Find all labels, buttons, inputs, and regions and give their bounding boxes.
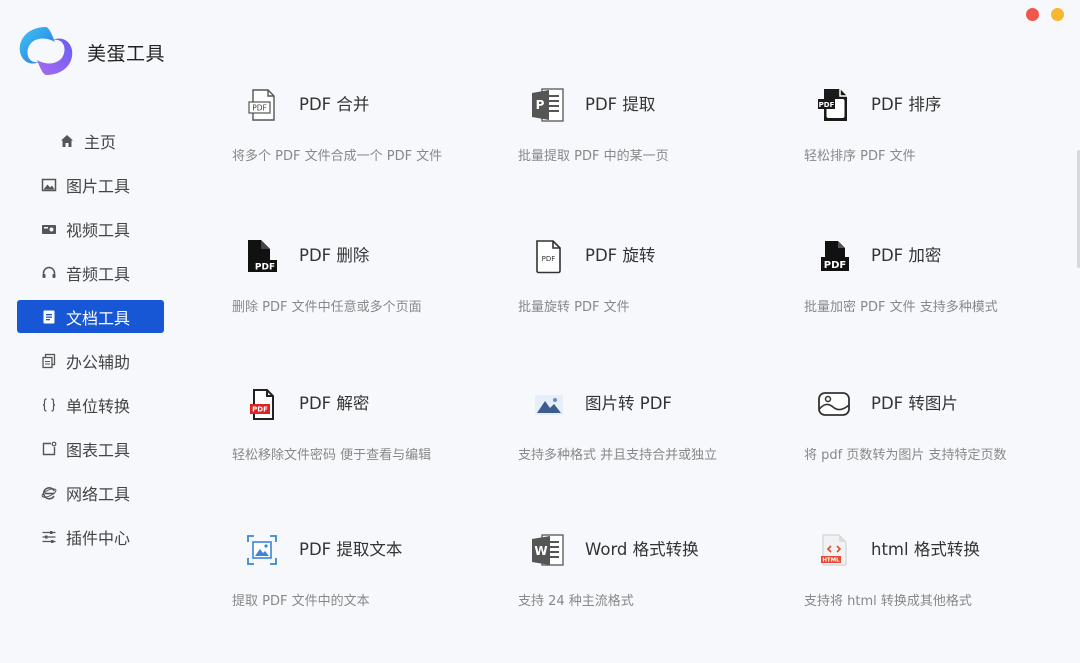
pdf-encrypt-icon: PDF: [816, 237, 852, 275]
word-icon: W: [530, 531, 566, 569]
tool-desc: 轻松排序 PDF 文件: [804, 149, 916, 164]
svg-text:PDF: PDF: [824, 260, 846, 271]
tool-card-pdf-decrypt[interactable]: PDF PDF 解密 轻松移除文件密码 便于查看与编辑: [232, 375, 518, 521]
tool-desc: 批量提取 PDF 中的某一页: [518, 149, 669, 164]
sidebar-item-label: 视频工具: [66, 220, 131, 240]
tool-title: PDF 删除: [299, 246, 370, 265]
sidebar-item-label: 主页: [84, 132, 117, 152]
image-icon: [41, 177, 57, 193]
tool-desc: 支持 24 种主流格式: [518, 594, 634, 609]
sliders-icon: [41, 529, 57, 545]
tool-card-pdf-to-image[interactable]: PDF 转图片 将 pdf 页数转为图片 支持特定页数: [804, 375, 1062, 521]
pdf-merge-icon: PDF: [244, 86, 280, 124]
video-icon: [41, 221, 57, 237]
tool-desc: 将 pdf 页数转为图片 支持特定页数: [804, 448, 1007, 463]
sidebar-item-plugin-center[interactable]: 插件中心: [17, 520, 164, 553]
app-name: 美蛋工具: [87, 42, 166, 65]
tool-card-pdf-delete[interactable]: PDF PDF 删除 删除 PDF 文件中任意或多个页面: [232, 227, 518, 375]
pdf-decrypt-icon: PDF: [244, 385, 280, 423]
pdf-to-image-icon: [816, 385, 852, 423]
chart-icon: [41, 441, 57, 457]
tool-title: PDF 旋转: [585, 246, 656, 265]
sidebar-item-network-tools[interactable]: 网络工具: [17, 476, 164, 509]
headphone-icon: [41, 265, 57, 281]
tool-title: Word 格式转换: [585, 540, 699, 559]
tool-card-pdf-rotate[interactable]: PDF PDF 旋转 批量旋转 PDF 文件: [518, 227, 804, 375]
tool-card-pdf-merge[interactable]: PDF PDF 合并 将多个 PDF 文件合成一个 PDF 文件: [232, 76, 518, 227]
tool-desc: 提取 PDF 文件中的文本: [232, 594, 370, 609]
sidebar-item-label: 文档工具: [66, 308, 131, 328]
tool-card-image-to-pdf[interactable]: 图片转 PDF 支持多种格式 并且支持合并或独立: [518, 375, 804, 521]
browser-icon: [41, 485, 57, 501]
window-close-button[interactable]: [1026, 8, 1039, 21]
svg-text:HTML: HTML: [822, 558, 840, 564]
sidebar-item-label: 插件中心: [66, 528, 131, 548]
sidebar-item-video-tools[interactable]: 视频工具: [17, 212, 164, 245]
sidebar-item-label: 网络工具: [66, 484, 131, 504]
svg-text:W: W: [534, 544, 547, 558]
tool-card-html-convert[interactable]: HTML html 格式转换 支持将 html 转换成其他格式: [804, 521, 1062, 636]
tool-desc: 批量加密 PDF 文件 支持多种模式: [804, 300, 998, 315]
tool-card-pdf-sort[interactable]: PDF PDF 排序 轻松排序 PDF 文件: [804, 76, 1062, 227]
svg-text:P: P: [536, 98, 545, 112]
home-icon: [59, 133, 75, 149]
svg-text:PDF: PDF: [255, 263, 275, 273]
tool-card-pdf-text-extract[interactable]: PDF 提取文本 提取 PDF 文件中的文本: [232, 521, 518, 636]
sidebar-item-label: 单位转换: [66, 396, 131, 416]
tool-title: PDF 转图片: [871, 394, 958, 413]
tool-title: html 格式转换: [871, 540, 980, 559]
sidebar-item-audio-tools[interactable]: 音频工具: [17, 256, 164, 289]
sidebar-item-label: 音频工具: [66, 264, 131, 284]
sidebar-item-document-tools[interactable]: 文档工具: [17, 300, 164, 333]
tool-title: PDF 合并: [299, 95, 370, 114]
window-controls: [1026, 8, 1064, 21]
tool-card-word-convert[interactable]: W Word 格式转换 支持 24 种主流格式: [518, 521, 804, 636]
sidebar-item-label: 图表工具: [66, 440, 131, 460]
document-icon: [41, 309, 57, 325]
tool-desc: 轻松移除文件密码 便于查看与编辑: [232, 448, 432, 463]
sidebar-item-label: 办公辅助: [66, 352, 131, 372]
tool-title: PDF 排序: [871, 95, 942, 114]
sidebar-item-unit-convert[interactable]: 单位转换: [17, 388, 164, 421]
logo-icon: [19, 27, 73, 75]
app-logo: 美蛋工具: [15, 24, 165, 78]
pdf-extract-icon: P: [530, 86, 566, 124]
sidebar: 主页 图片工具 视频工具 音频工具 文档工具 办公辅助 单位转换 图表工具 网络…: [17, 124, 164, 564]
pdf-sort-icon: PDF: [816, 86, 852, 124]
html-icon: HTML: [816, 531, 852, 569]
pdf-delete-icon: PDF: [244, 237, 280, 275]
sidebar-item-office-assist[interactable]: 办公辅助: [17, 344, 164, 377]
svg-text:PDF: PDF: [819, 101, 835, 109]
copy-icon: [41, 353, 57, 369]
tool-desc: 支持将 html 转换成其他格式: [804, 594, 972, 609]
sidebar-item-label: 图片工具: [66, 176, 131, 196]
image-to-pdf-icon: [530, 385, 566, 423]
tool-desc: 批量旋转 PDF 文件: [518, 300, 630, 315]
tool-title: PDF 加密: [871, 246, 942, 265]
tool-desc: 删除 PDF 文件中任意或多个页面: [232, 300, 422, 315]
tool-card-pdf-extract[interactable]: P PDF 提取 批量提取 PDF 中的某一页: [518, 76, 804, 227]
svg-text:PDF: PDF: [542, 255, 556, 263]
pdf-rotate-icon: PDF: [530, 237, 566, 275]
tool-title: PDF 提取文本: [299, 540, 403, 559]
tool-desc: 将多个 PDF 文件合成一个 PDF 文件: [232, 149, 443, 164]
tool-desc: 支持多种格式 并且支持合并或独立: [518, 448, 718, 463]
tool-card-pdf-encrypt[interactable]: PDF PDF 加密 批量加密 PDF 文件 支持多种模式: [804, 227, 1062, 375]
sidebar-item-image-tools[interactable]: 图片工具: [17, 168, 164, 201]
tool-grid: PDF PDF 合并 将多个 PDF 文件合成一个 PDF 文件 P PDF 提…: [232, 76, 1062, 636]
svg-text:PDF: PDF: [252, 104, 267, 113]
sidebar-item-home[interactable]: 主页: [17, 124, 164, 157]
tool-title: PDF 提取: [585, 95, 656, 114]
window-minimize-button[interactable]: [1051, 8, 1064, 21]
braces-icon: [41, 397, 57, 413]
svg-text:PDF: PDF: [252, 406, 268, 414]
tool-title: 图片转 PDF: [585, 394, 672, 413]
tool-title: PDF 解密: [299, 394, 370, 413]
pdf-text-extract-icon: [244, 531, 280, 569]
sidebar-item-chart-tools[interactable]: 图表工具: [17, 432, 164, 465]
